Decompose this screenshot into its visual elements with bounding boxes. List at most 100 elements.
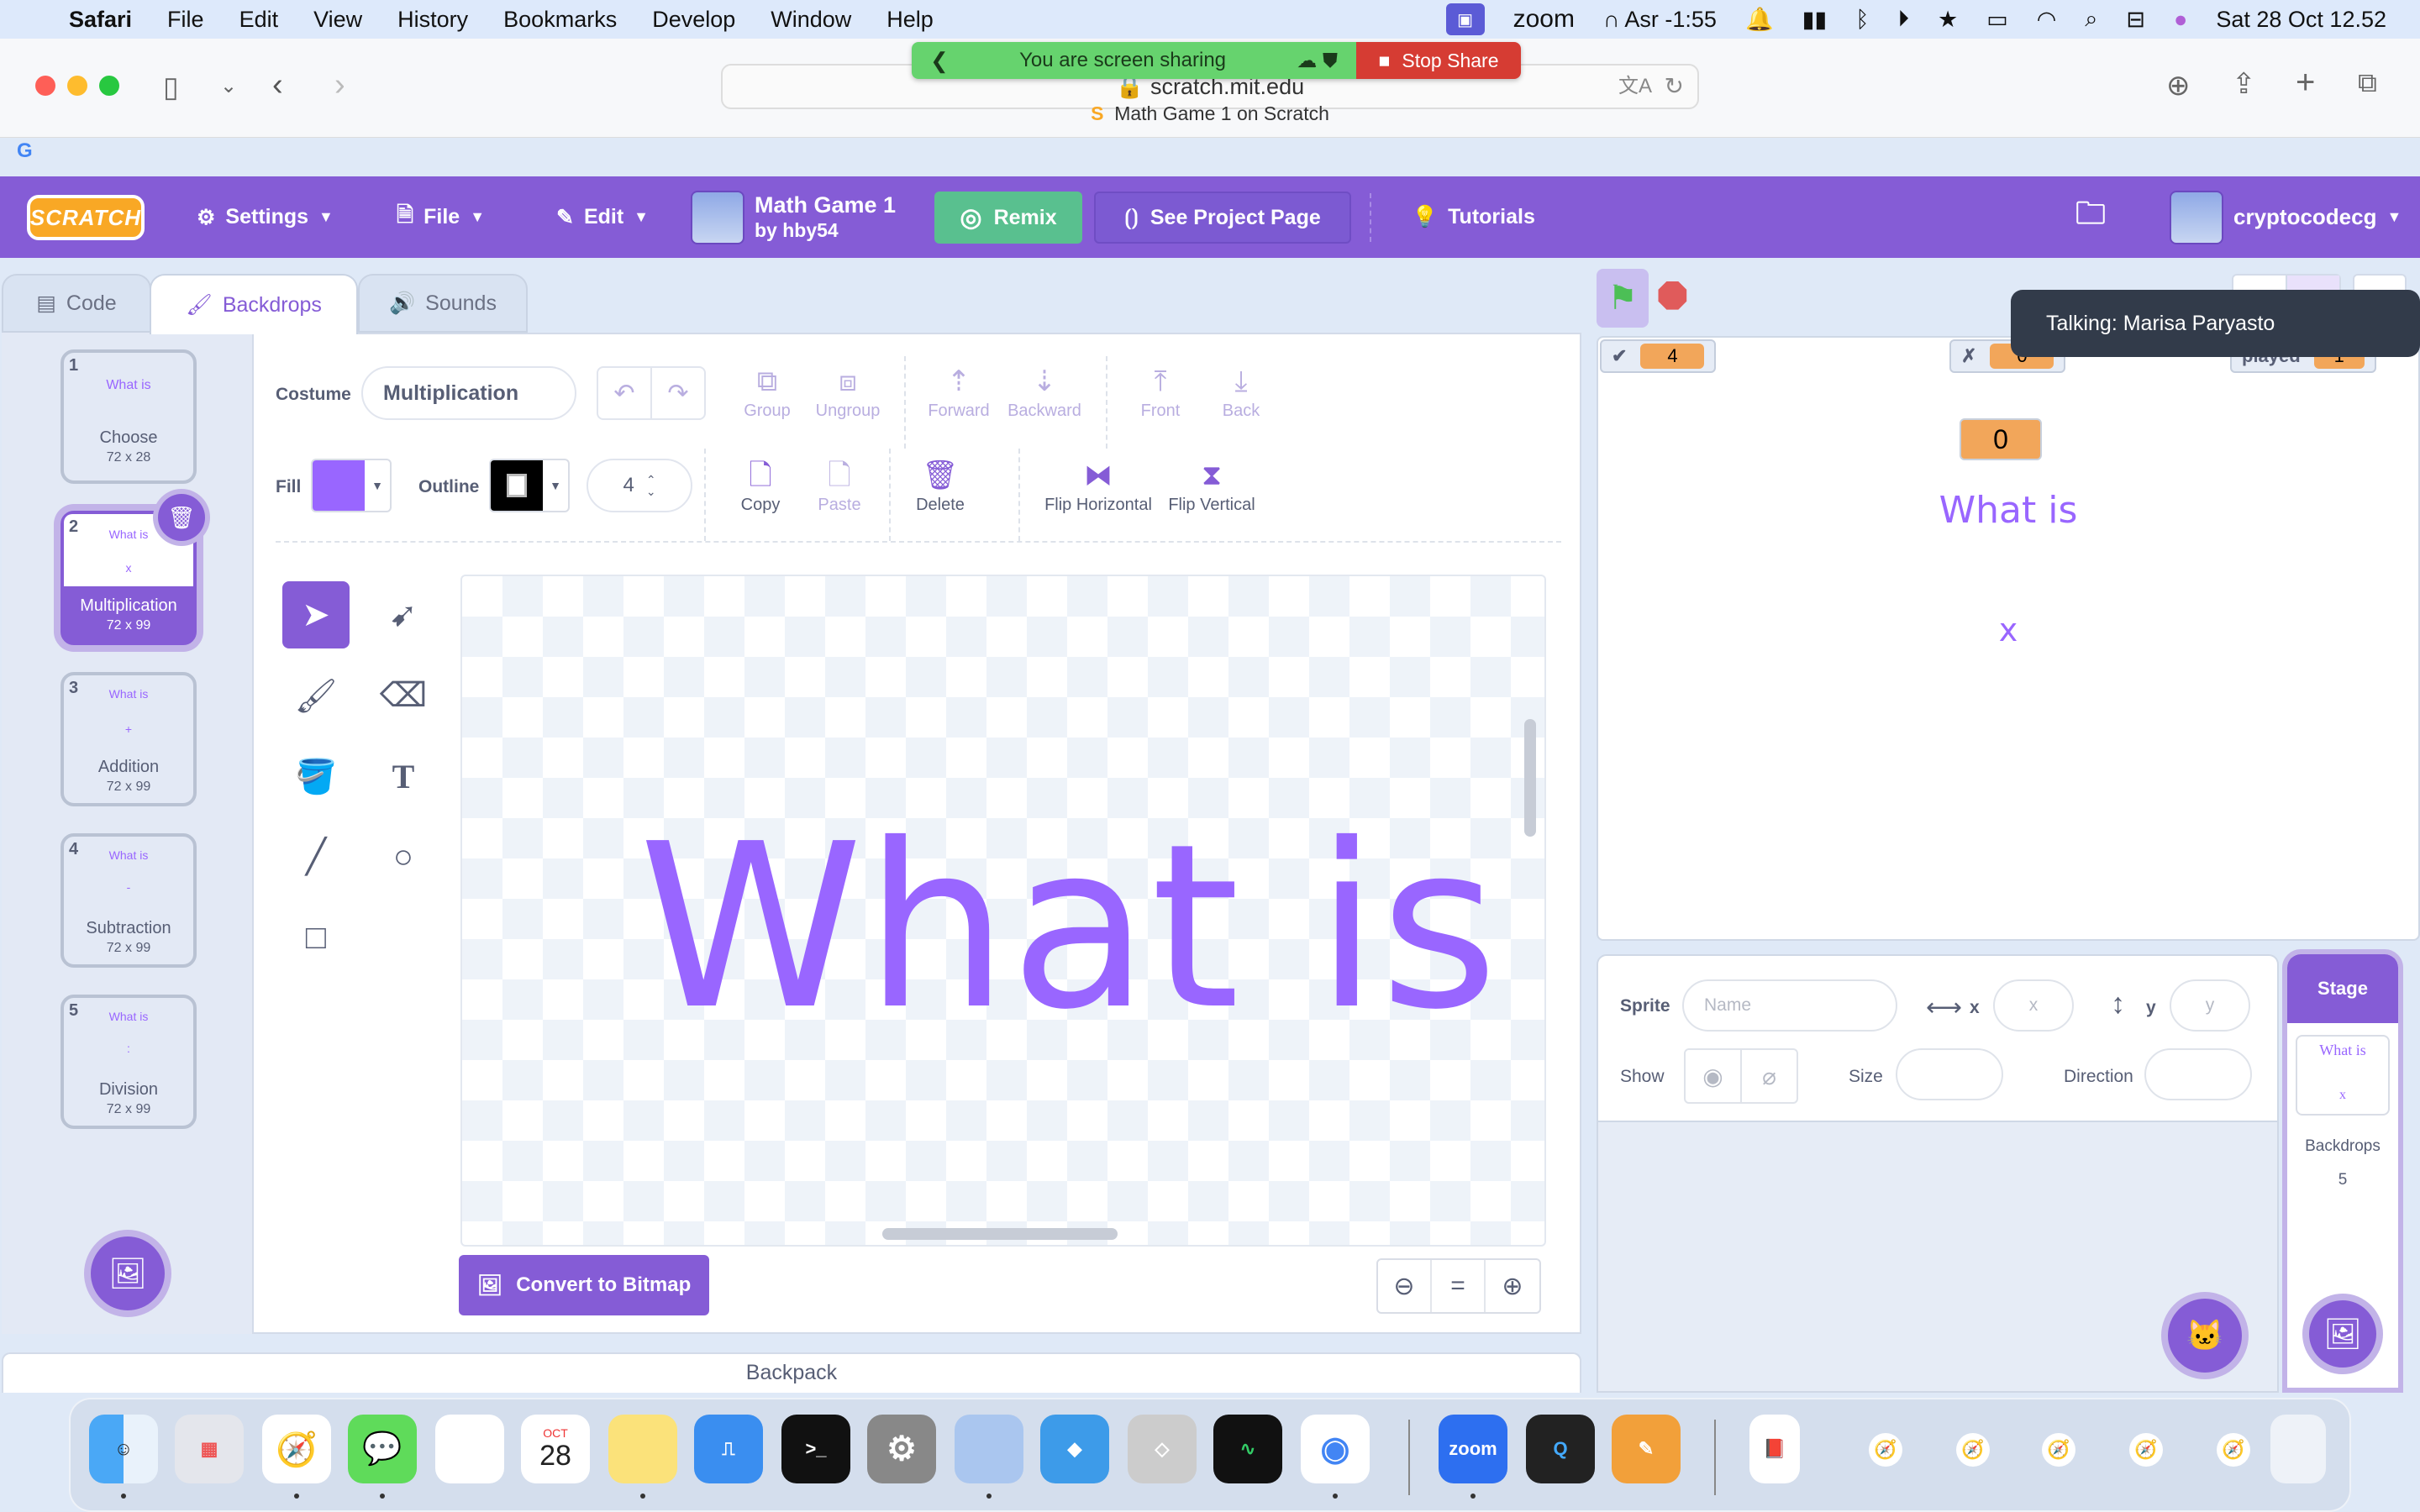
dock-photos[interactable]: ✿ (435, 1415, 504, 1483)
dock-safari-window-1[interactable]: 🧭 (1869, 1433, 1902, 1467)
tab-sounds[interactable]: 🔊 Sounds (358, 274, 528, 333)
text-tool[interactable]: T (370, 743, 437, 810)
menu-develop[interactable]: Develop (652, 7, 735, 33)
dock-activity-monitor[interactable]: ∿ (1213, 1415, 1282, 1483)
star-icon[interactable]: ★ (1938, 7, 1958, 33)
screen-share-bar[interactable]: ❮ You are screen sharing ☁ ⛊ ■ Stop Shar… (912, 42, 1521, 79)
dock-pages[interactable]: ✎ (1612, 1415, 1681, 1483)
paint-canvas[interactable]: What is (460, 575, 1546, 1247)
prayer-time[interactable]: ∩ Asr -1:55 (1603, 7, 1717, 33)
dock-messages[interactable]: 💬 (348, 1415, 417, 1483)
delete-backdrop-button[interactable]: 🗑 (158, 494, 205, 541)
remix-button[interactable]: ◎ Remix (934, 192, 1082, 244)
menu-window[interactable]: Window (771, 7, 851, 33)
rectangle-tool[interactable]: □ (282, 904, 350, 971)
scratch-logo[interactable]: SCRATCH (27, 195, 145, 240)
green-flag-button[interactable]: ⚑ (1597, 269, 1649, 328)
canvas-text-object[interactable]: What is (639, 795, 1500, 1059)
dock-zoom[interactable]: zoom (1439, 1415, 1507, 1483)
vertical-scrollbar[interactable] (1524, 719, 1536, 837)
dock-safari[interactable]: 🧭 (262, 1415, 331, 1483)
reshape-tool[interactable]: ➹ (370, 581, 437, 648)
direction-input[interactable] (2144, 1048, 2252, 1100)
google-favicon[interactable]: G (17, 139, 33, 163)
stage-canvas[interactable]: ✔4 ✗0 played1 0 What is x (1597, 336, 2420, 941)
spotlight-search-icon[interactable]: ⌕ (2085, 6, 2097, 33)
menu-app-name[interactable]: Safari (69, 7, 132, 33)
sprite-name-input[interactable]: Name (1682, 979, 1897, 1032)
layout-icon[interactable]: ▮▮ (1802, 7, 1828, 33)
zoom-status-label[interactable]: zoom (1513, 5, 1575, 34)
show-sprite-button[interactable]: ◉ (1686, 1050, 1742, 1102)
dock-epub-file[interactable]: 📕 (1749, 1415, 1800, 1483)
backdrop-item-3[interactable]: 3 What is + Addition 72 x 99 (60, 672, 197, 806)
backdrop-item-5[interactable]: 5 What is : Division 72 x 99 (60, 995, 197, 1129)
dock-safari-window-5[interactable]: 🧭 (2217, 1433, 2250, 1467)
copy-button[interactable]: 🗋 Copy (723, 455, 798, 515)
fill-color-picker[interactable]: ▼ (311, 459, 392, 512)
dock-preview[interactable] (955, 1415, 1023, 1483)
front-button[interactable]: ⤒ Front (1123, 361, 1198, 421)
group-button[interactable]: ⧉ Group (729, 361, 805, 421)
stop-button[interactable]: ⯃ (1657, 277, 1694, 318)
file-menu[interactable]: 🗎 File ▼ (397, 176, 485, 258)
edit-menu[interactable]: ✎ Edit ▼ (556, 176, 649, 258)
dock-notes[interactable] (608, 1415, 677, 1483)
size-input[interactable] (1896, 1048, 2003, 1100)
outline-width-input[interactable]: 4 ⌃ ⌄ (587, 459, 692, 512)
account-menu[interactable]: cryptocodecg ▼ (2170, 176, 2402, 258)
x-input[interactable]: x (1993, 979, 2074, 1032)
flip-horizontal-button[interactable]: ⧓ Flip Horizontal (1035, 455, 1161, 515)
ungroup-button[interactable]: ⧈ Ungroup (810, 361, 886, 421)
dock-quicktime[interactable]: Q (1526, 1415, 1595, 1483)
wifi-icon[interactable]: ◠ (2037, 7, 2057, 33)
my-stuff-folder-icon[interactable]: 🗀 (2075, 176, 2106, 258)
menu-history[interactable]: History (397, 7, 468, 33)
menu-bookmarks[interactable]: Bookmarks (503, 7, 617, 33)
forward-button[interactable]: ⇡ Forward (921, 361, 997, 421)
dock-launchpad[interactable]: ▦ (175, 1415, 244, 1483)
stop-share-button[interactable]: ■ Stop Share (1356, 42, 1521, 79)
backdrop-item-4[interactable]: 4 What is - Subtraction 72 x 99 (60, 833, 197, 968)
bell-icon[interactable]: 🔔 (1745, 6, 1774, 33)
dock-calendar[interactable]: OCT 28 (521, 1415, 590, 1483)
cloud-record-icon[interactable]: ☁ ⛊ (1297, 49, 1338, 73)
menu-file[interactable]: File (167, 7, 204, 33)
outline-color-picker[interactable]: ▼ (489, 459, 570, 512)
share-drag-icon[interactable]: ❮ (930, 48, 949, 74)
menu-help[interactable]: Help (886, 7, 934, 33)
choose-backdrop-button[interactable]: 🖼 (2309, 1300, 2376, 1368)
redo-button[interactable]: ↷ (652, 368, 704, 418)
circle-tool[interactable]: ○ (370, 823, 437, 890)
costume-name-input[interactable]: Multiplication (361, 366, 576, 420)
backpack[interactable]: Backpack (2, 1352, 1581, 1393)
line-tool[interactable]: ╱ (282, 823, 350, 890)
y-input[interactable]: y (2170, 979, 2250, 1032)
dock-safari-window-3[interactable]: 🧭 (2042, 1433, 2075, 1467)
control-center-icon[interactable]: ⊟ (2126, 7, 2145, 33)
dock-terminal[interactable]: >_ (781, 1415, 850, 1483)
brush-tool[interactable]: 🖌 (282, 662, 350, 729)
menu-edit[interactable]: Edit (239, 7, 279, 33)
project-author[interactable]: by hby54 (755, 218, 896, 243)
stepper-icon[interactable]: ⌃ ⌄ (646, 474, 656, 497)
horizontal-scrollbar[interactable] (882, 1228, 1118, 1240)
battery-icon[interactable]: ▭ (1986, 7, 2008, 33)
hide-sprite-button[interactable]: ⌀ (1742, 1050, 1797, 1102)
dock-app-blue[interactable]: ◆ (1040, 1415, 1109, 1483)
convert-to-bitmap-button[interactable]: 🖼 Convert to Bitmap (459, 1255, 709, 1315)
menu-view[interactable]: View (313, 7, 362, 33)
siri-icon[interactable]: ● (2174, 7, 2187, 33)
clock[interactable]: Sat 28 Oct 12.52 (2216, 7, 2386, 33)
browser-tab[interactable]: S Math Game 1 on Scratch (0, 92, 2420, 134)
monitor-correct[interactable]: ✔ 4 (1600, 339, 1717, 373)
paste-button[interactable]: 🗋 Paste (802, 455, 877, 515)
settings-menu[interactable]: ⚙ Settings ▼ (197, 176, 334, 258)
fill-tool[interactable]: 🪣 (282, 743, 350, 810)
dock-roblox[interactable]: ◇ (1128, 1415, 1197, 1483)
zoom-out-button[interactable]: ⊖ (1378, 1260, 1432, 1312)
dock-finder[interactable]: ☺ (89, 1415, 158, 1483)
eraser-tool[interactable]: ⌫ (370, 662, 437, 729)
undo-button[interactable]: ↶ (598, 368, 652, 418)
tab-backdrops[interactable]: 🖌 Backdrops (150, 274, 358, 334)
